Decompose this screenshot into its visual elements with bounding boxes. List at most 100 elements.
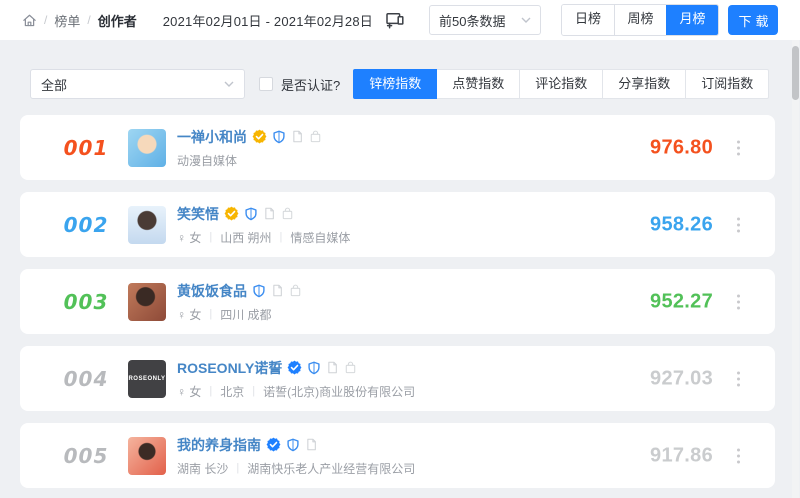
category-dropdown[interactable]: 全部 <box>30 69 245 99</box>
detail-segment: 四川 成都 <box>220 307 272 322</box>
shield-badge-icon <box>252 284 266 298</box>
file-icon <box>263 207 276 220</box>
rank-number: 002 <box>63 212 109 237</box>
rank-number: 003 <box>63 289 109 314</box>
top-bar: / 榜单 / 创作者 2021年02月01日 - 2021年02月28日 前50… <box>0 0 800 40</box>
file-icon <box>271 284 284 297</box>
creator-name-link[interactable]: 我的养身指南 <box>177 435 261 455</box>
ranking-row: 003 黄饭饭食品 ♀ 女 | 四川 成都 952.27 <box>20 269 775 334</box>
more-menu-icon[interactable] <box>733 444 744 467</box>
score-value: 927.03 <box>650 367 713 389</box>
verified-check-icon <box>252 129 267 144</box>
verified-filter[interactable]: 是否认证? <box>259 75 340 94</box>
period-tab[interactable]: 月榜 <box>666 5 718 35</box>
creator-name-line: 黄饭饭食品 <box>177 281 302 301</box>
detail-segment: 湖南 长沙 <box>177 461 229 476</box>
ranking-list: 001 一禅小和尚 动漫自媒体 976.80 002 笑笑悟 ♀ 女 | 山西 … <box>20 115 775 488</box>
verified-check-icon <box>287 360 302 375</box>
avatar[interactable] <box>128 128 166 167</box>
bag-icon <box>289 284 302 297</box>
verified-checkbox-label: 是否认证? <box>281 77 341 93</box>
metric-tab[interactable]: 订阅指数 <box>685 69 770 99</box>
creator-name-link[interactable]: ROSEONLY诺誓 <box>177 358 282 378</box>
detail-divider: | <box>252 385 256 397</box>
verified-checkbox[interactable] <box>259 77 273 91</box>
breadcrumb-separator: / <box>87 13 91 27</box>
ranking-row: 004 ROSEONLY ROSEONLY诺誓 ♀ 女 | 北京 | 诺誓(北京)商业股… <box>20 346 775 411</box>
metric-tab[interactable]: 分享指数 <box>602 69 687 99</box>
detail-divider: | <box>209 231 213 243</box>
ranking-row: 001 一禅小和尚 动漫自媒体 976.80 <box>20 115 775 180</box>
breadcrumb-separator: / <box>44 13 48 27</box>
limit-dropdown[interactable]: 前50条数据 <box>429 5 541 35</box>
detail-segment: 湖南快乐老人产业经营有限公司 <box>247 461 416 476</box>
scrollbar-track[interactable] <box>792 40 799 498</box>
scrollbar-thumb[interactable] <box>792 46 799 100</box>
detail-divider: | <box>236 462 240 474</box>
creator-name-link[interactable]: 黄饭饭食品 <box>177 281 247 301</box>
period-tab[interactable]: 日榜 <box>562 5 614 35</box>
creator-info: 笑笑悟 ♀ 女 | 山西 朔州 | 情感自媒体 <box>177 204 350 246</box>
filter-bar: 全部 是否认证? 锌榜指数 点赞指数 评论指数 分享指数 订阅指数 <box>30 69 770 99</box>
avatar[interactable] <box>128 205 166 244</box>
home-icon[interactable] <box>22 13 37 28</box>
more-menu-icon[interactable] <box>733 290 744 313</box>
limit-dropdown-value: 前50条数据 <box>439 13 506 29</box>
rank-number: 001 <box>63 135 109 160</box>
creator-name-link[interactable]: 笑笑悟 <box>177 204 219 224</box>
more-menu-icon[interactable] <box>733 136 744 159</box>
metric-tab[interactable]: 评论指数 <box>519 69 604 99</box>
period-tab[interactable]: 周榜 <box>614 5 666 35</box>
file-icon <box>305 438 318 451</box>
score-value: 917.86 <box>650 444 713 466</box>
more-menu-icon[interactable] <box>733 367 744 390</box>
chevron-down-icon <box>521 17 531 23</box>
creator-info: 一禅小和尚 动漫自媒体 <box>177 127 322 169</box>
gender-label: ♀ 女 <box>177 230 202 245</box>
verified-check-icon <box>266 437 281 452</box>
bag-icon <box>309 130 322 143</box>
breadcrumb: / 榜单 / 创作者 <box>22 11 137 30</box>
detail-segment: 动漫自媒体 <box>177 153 238 168</box>
ranking-row: 002 笑笑悟 ♀ 女 | 山西 朔州 | 情感自媒体 958.26 <box>20 192 775 257</box>
creator-name-line: 一禅小和尚 <box>177 127 322 147</box>
creator-info: 黄饭饭食品 ♀ 女 | 四川 成都 <box>177 281 302 323</box>
breadcrumb-item-creators: 创作者 <box>97 13 137 29</box>
download-button[interactable]: 下载 <box>728 5 778 35</box>
avatar[interactable] <box>128 436 166 475</box>
verified-check-icon <box>224 206 239 221</box>
shield-badge-icon <box>272 130 286 144</box>
more-menu-icon[interactable] <box>733 213 744 236</box>
creator-name-line: 我的养身指南 <box>177 435 415 455</box>
ranking-row: 005 我的养身指南 湖南 长沙 | 湖南快乐老人产业经营有限公司 917.86 <box>20 423 775 488</box>
creator-detail: 动漫自媒体 <box>177 152 322 169</box>
metric-tab[interactable]: 点赞指数 <box>436 69 521 99</box>
metric-tab[interactable]: 锌榜指数 <box>353 69 438 99</box>
metric-tab-group: 锌榜指数 点赞指数 评论指数 分享指数 订阅指数 <box>353 69 770 99</box>
avatar-text: ROSEONLY <box>128 375 166 382</box>
creator-info: 我的养身指南 湖南 长沙 | 湖南快乐老人产业经营有限公司 <box>177 435 415 477</box>
creator-detail: ♀ 女 | 北京 | 诺誓(北京)商业股份有限公司 <box>177 383 415 400</box>
bag-icon <box>344 361 357 374</box>
creator-name-line: 笑笑悟 <box>177 204 350 224</box>
creator-detail: ♀ 女 | 山西 朔州 | 情感自媒体 <box>177 229 350 246</box>
detail-divider: | <box>209 308 213 320</box>
chevron-down-icon <box>224 81 234 87</box>
detail-segment: 诺誓(北京)商业股份有限公司 <box>263 384 416 399</box>
data-screen-icon[interactable] <box>385 11 405 29</box>
category-dropdown-value: 全部 <box>41 77 68 93</box>
date-range-label[interactable]: 2021年02月01日 - 2021年02月28日 <box>163 11 373 30</box>
file-icon <box>326 361 339 374</box>
breadcrumb-item-rankings[interactable]: 榜单 <box>54 11 80 30</box>
avatar[interactable]: ROSEONLY <box>128 359 166 398</box>
gender-label: ♀ 女 <box>177 384 202 399</box>
detail-divider: | <box>209 385 213 397</box>
period-tab-group: 日榜 周榜 月榜 <box>561 4 719 36</box>
avatar[interactable] <box>128 282 166 321</box>
detail-divider: | <box>279 231 283 243</box>
creator-info: ROSEONLY诺誓 ♀ 女 | 北京 | 诺誓(北京)商业股份有限公司 <box>177 358 415 400</box>
creator-name-link[interactable]: 一禅小和尚 <box>177 127 247 147</box>
detail-segment: 山西 朔州 <box>220 230 272 245</box>
file-icon <box>291 130 304 143</box>
detail-segment: 北京 <box>220 384 245 399</box>
